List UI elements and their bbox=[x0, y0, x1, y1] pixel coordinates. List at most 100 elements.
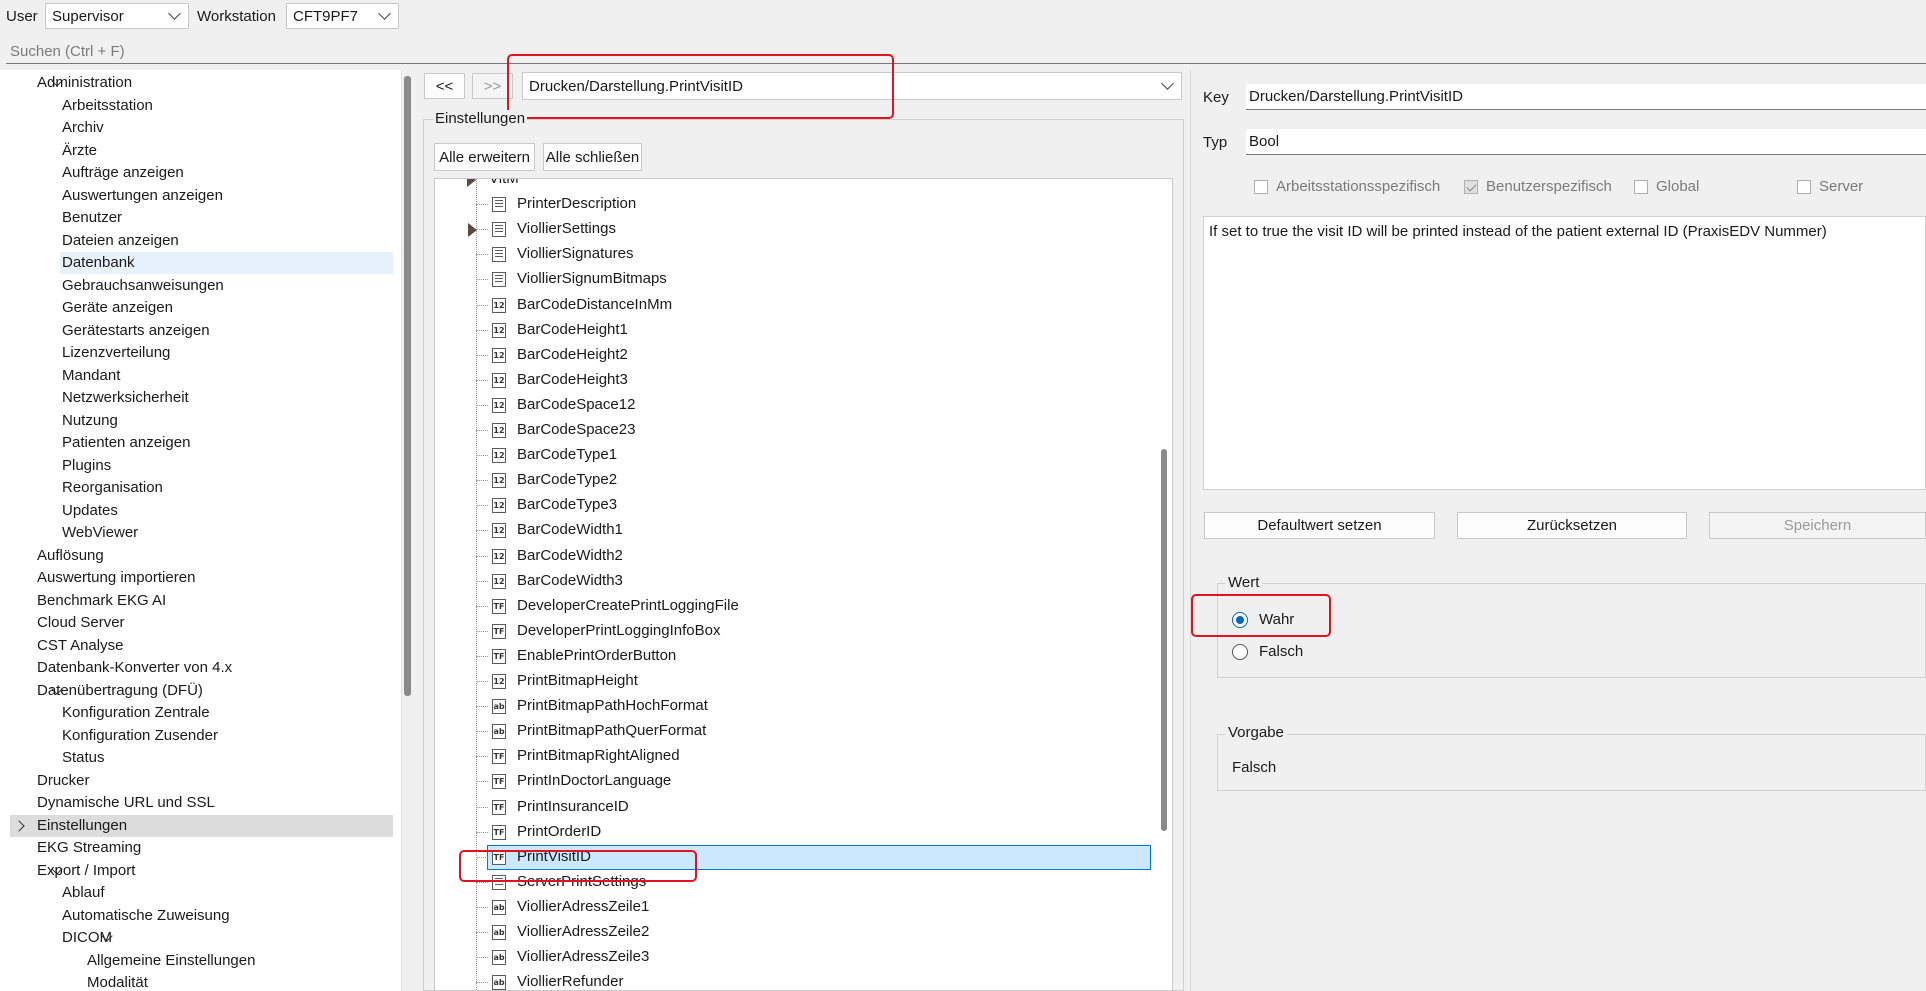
settings-tree-item-label: BarCodeWidth2 bbox=[517, 546, 623, 564]
expand-triangle-icon[interactable] bbox=[467, 179, 476, 187]
settings-tree-item-label: PrintBitmapPathHochFormat bbox=[517, 697, 708, 715]
settings-tree-item[interactable]: 12 BarCodeHeight3 bbox=[435, 368, 1170, 393]
checkbox[interactable] bbox=[1464, 179, 1478, 194]
navigation-tree-scrollbar[interactable] bbox=[402, 70, 414, 991]
nav-tree-item-label: Archiv bbox=[62, 119, 104, 136]
settings-tree-item[interactable]: TF EnablePrintOrderButton bbox=[435, 644, 1170, 669]
workstation-select[interactable]: CFT9PF7 bbox=[286, 3, 399, 29]
description-box: If set to true the visit ID will be prin… bbox=[1203, 216, 1926, 490]
key-label: Key bbox=[1203, 89, 1229, 106]
checkbox-workstation-specific[interactable]: Arbeitsstationsspezifisch bbox=[1254, 178, 1440, 195]
tree-guide-line bbox=[476, 354, 488, 356]
nav-tree-item[interactable]: Datenbank bbox=[60, 252, 393, 274]
tree-guide-line bbox=[476, 229, 488, 231]
settings-tree-item[interactable]: TF PrintBitmapRightAligned bbox=[435, 744, 1170, 769]
nav-tree-item-label: Konfiguration Zusender bbox=[62, 726, 218, 744]
checkbox[interactable] bbox=[1797, 179, 1811, 194]
settings-tree-item[interactable]: 12 BarCodeWidth2 bbox=[435, 544, 1170, 569]
settings-tree-item[interactable]: PrinterDescription bbox=[435, 192, 1170, 217]
settings-tree-item[interactable]: 12 BarCodeWidth3 bbox=[435, 569, 1170, 594]
checkbox[interactable] bbox=[1634, 179, 1648, 194]
settings-tree-item[interactable]: 12 BarCodeWidth1 bbox=[435, 518, 1170, 543]
settings-tree-item[interactable]: ViollierSignatures bbox=[435, 242, 1170, 267]
checkbox-global[interactable]: Global bbox=[1634, 178, 1699, 195]
document-icon bbox=[492, 222, 506, 238]
settings-tree-item[interactable]: TF PrintInDoctorLanguage bbox=[435, 769, 1170, 794]
set-default-button[interactable]: Defaultwert setzen bbox=[1204, 512, 1435, 539]
settings-tree-item[interactable]: 12 PrintBitmapHeight bbox=[435, 669, 1170, 694]
settings-tree-item[interactable]: 12 BarCodeHeight2 bbox=[435, 343, 1170, 368]
checkbox[interactable] bbox=[1254, 179, 1268, 194]
scrollbar-thumb[interactable] bbox=[404, 76, 411, 696]
collapse-all-button[interactable]: Alle schließen bbox=[543, 143, 642, 171]
tree-guide-line bbox=[476, 279, 488, 281]
settings-tree-item-label: PrintInsuranceID bbox=[517, 797, 629, 815]
back-button[interactable]: << bbox=[424, 73, 465, 99]
number-type-icon: 12 bbox=[492, 573, 506, 589]
settings-tree-item-label: ViollierAdressZeile1 bbox=[517, 897, 650, 915]
reset-button[interactable]: Zurücksetzen bbox=[1457, 512, 1687, 539]
settings-tree-item[interactable]: 12 BarCodeType3 bbox=[435, 493, 1170, 518]
checkbox-label: Benutzerspezifisch bbox=[1486, 178, 1612, 195]
user-select[interactable]: Supervisor bbox=[45, 3, 189, 29]
number-type-icon: 12 bbox=[492, 498, 506, 514]
type-field[interactable]: Bool bbox=[1246, 129, 1926, 155]
checkbox-user-specific[interactable]: Benutzerspezifisch bbox=[1464, 178, 1612, 195]
settings-tree-item[interactable]: ab ViollierAdressZeile2 bbox=[435, 920, 1170, 945]
string-type-icon: ab bbox=[492, 724, 506, 740]
expand-all-button[interactable]: Alle erweitern bbox=[434, 143, 535, 171]
settings-tree-item-label: ViollierSettings bbox=[517, 220, 616, 238]
settings-tree-scrollbar[interactable] bbox=[1157, 179, 1172, 990]
settings-tree-item[interactable]: VitM bbox=[435, 179, 1170, 192]
tree-guide-line bbox=[476, 555, 488, 557]
chevron-right-icon[interactable] bbox=[13, 819, 25, 832]
settings-tree-item[interactable]: ab ViollierRefunder bbox=[435, 970, 1170, 991]
expand-triangle-icon[interactable] bbox=[468, 223, 477, 238]
nav-tree-item-label: Dateien anzeigen bbox=[62, 231, 179, 249]
settings-tree-item[interactable]: 12 BarCodeSpace23 bbox=[435, 418, 1170, 443]
settings-tree-item[interactable]: TF DeveloperPrintLoggingInfoBox bbox=[435, 619, 1170, 644]
highlight-path bbox=[507, 54, 894, 119]
settings-tree-item[interactable]: TF PrintInsuranceID bbox=[435, 795, 1170, 820]
key-field[interactable]: Drucken/Darstellung.PrintVisitID bbox=[1246, 84, 1926, 110]
document-icon bbox=[492, 272, 506, 288]
number-type-icon: 12 bbox=[492, 397, 506, 413]
save-button[interactable]: Speichern bbox=[1709, 512, 1926, 539]
user-select-value: Supervisor bbox=[52, 7, 124, 25]
settings-tree-item[interactable]: 12 BarCodeType2 bbox=[435, 468, 1170, 493]
search-input[interactable]: Suchen (Ctrl + F) bbox=[6, 40, 1926, 64]
settings-tree-item-label: ViollierRefunder bbox=[517, 973, 624, 991]
settings-tree-item-label: ViollierSignumBitmaps bbox=[517, 270, 667, 288]
nav-tree-item-label: Mandant bbox=[62, 366, 121, 384]
bool-type-icon: TF bbox=[492, 648, 506, 664]
settings-tree-item[interactable]: TF PrintOrderID bbox=[435, 820, 1170, 845]
string-type-icon: ab bbox=[492, 975, 506, 990]
settings-tree-item[interactable]: ViollierSettings bbox=[435, 217, 1170, 242]
chevron-down-icon bbox=[1161, 77, 1174, 90]
settings-tree-item[interactable]: ab PrintBitmapPathHochFormat bbox=[435, 694, 1170, 719]
bool-type-icon: TF bbox=[492, 623, 506, 639]
settings-tree-item[interactable]: 12 BarCodeDistanceInMm bbox=[435, 293, 1170, 318]
settings-tree-item[interactable]: 12 BarCodeHeight1 bbox=[435, 318, 1170, 343]
settings-tree-item[interactable]: 12 BarCodeType1 bbox=[435, 443, 1170, 468]
settings-group-label: Einstellungen bbox=[433, 110, 528, 127]
checkbox-label: Global bbox=[1656, 178, 1700, 195]
nav-tree-item-label: Modalität bbox=[87, 974, 148, 991]
navigation-tree[interactable]: Administration Arbeitsstation Archiv Ärzte A… bbox=[0, 70, 402, 991]
checkbox-label: Arbeitsstationsspezifisch bbox=[1276, 178, 1441, 195]
settings-tree-item[interactable]: ab PrintBitmapPathQuerFormat bbox=[435, 719, 1170, 744]
tree-guide-line bbox=[476, 831, 488, 833]
checkbox-server[interactable]: Server bbox=[1797, 178, 1863, 195]
settings-tree-item[interactable]: TF DeveloperCreatePrintLoggingFile bbox=[435, 594, 1170, 619]
settings-tree-item[interactable]: ab ViollierAdressZeile3 bbox=[435, 945, 1170, 970]
nav-tree-item[interactable]: Einstellungen bbox=[10, 814, 393, 837]
settings-tree-item[interactable]: ViollierSignumBitmaps bbox=[435, 267, 1170, 292]
settings-tree-item[interactable]: ab ViollierAdressZeile1 bbox=[435, 895, 1170, 920]
tree-guide-line bbox=[476, 304, 488, 306]
settings-tree-item-label: BarCodeWidth3 bbox=[517, 571, 623, 589]
settings-tree-item[interactable]: 12 BarCodeSpace12 bbox=[435, 393, 1170, 418]
default-group-label: Vorgabe bbox=[1225, 724, 1287, 741]
radio-button[interactable] bbox=[1232, 643, 1248, 660]
scrollbar-thumb[interactable] bbox=[1161, 449, 1167, 831]
radio-false[interactable]: Falsch bbox=[1232, 643, 1303, 660]
